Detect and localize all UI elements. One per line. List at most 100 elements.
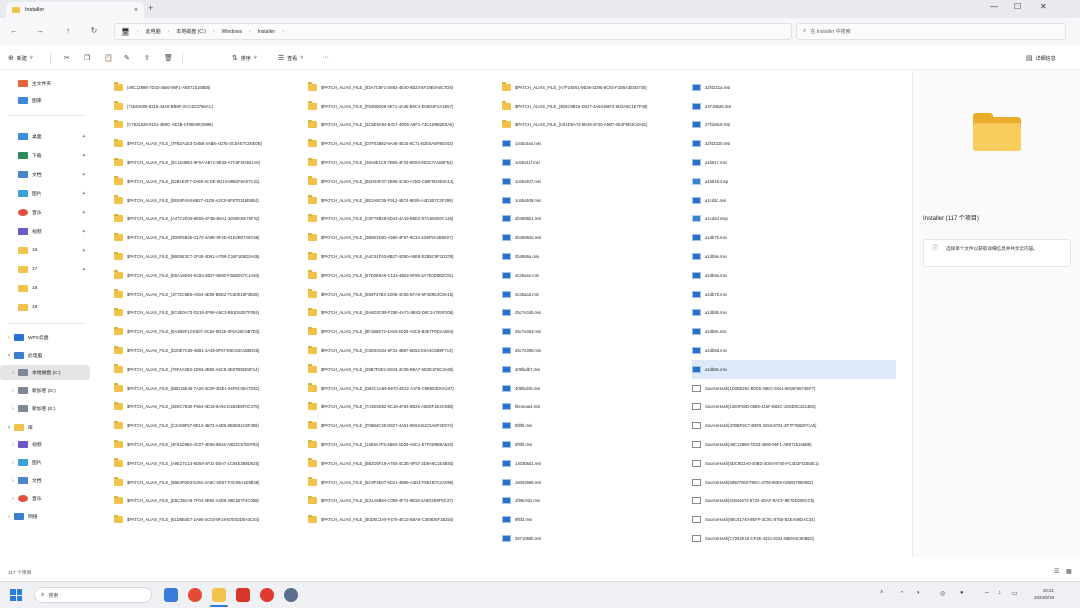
file-row[interactable]: a1db8b.msi [692, 304, 896, 323]
file-row[interactable]: $PATCH_ALIAS_FILE_{6E3A8C05-F912-4B74-8E… [308, 191, 500, 210]
file-row[interactable]: a1db7b.msi [692, 228, 896, 247]
file-row[interactable]: $PATCH_ALIAS_FILE_{8C4E0A73-D216-4F98-A5… [114, 304, 300, 323]
sidebar-item-folder-17[interactable]: 17 ✦ [0, 262, 90, 277]
file-row[interactable]: $PATCH_ALIAS_FILE_{D20E7C59-4B81-4A36-8F… [114, 341, 300, 360]
list-view-icon[interactable]: ☰ [1054, 568, 1059, 575]
tab-installer[interactable]: Installer × [6, 2, 144, 18]
wifi-icon[interactable]: ⌔ [984, 590, 990, 598]
maximize-icon[interactable]: ☐ [1014, 2, 1021, 11]
clock[interactable]: 10:21 2024/9/19 [1034, 587, 1054, 601]
file-row[interactable]: 8f6f2.msi [502, 510, 692, 529]
sidebar-item-lib-pictures[interactable]: › 图片 [0, 455, 90, 470]
file-row[interactable]: $PATCH_ALIAS_FILE_{A4C61F53-8B27-4D90-A6… [308, 247, 500, 266]
file-row[interactable]: {71B03006-8318-43A6-BB8F-0CC4D3768AC} [114, 97, 300, 116]
file-row[interactable]: $PATCH_ALIAS_FILE_{B8D15E46-7A20-4C9F-B3… [114, 379, 300, 398]
file-row[interactable]: $PATCH_ALIAS_FILE_{A9E27C14-6D58-4F31-B0… [114, 454, 300, 473]
tray-icon[interactable]: ◑ [916, 590, 920, 596]
file-row[interactable]: $PATCH_ALIAS_FILE_{6C1D48E2-9F0A-4B71-8E… [114, 153, 300, 172]
file-row[interactable]: $PATCH_ALIAS_FILE_{F82B6D09-4E71-4A35-B9… [308, 97, 500, 116]
file-row[interactable]: $PATCH_ALIAS_FILE_{E6A19D04-5C83-4B27-9E… [114, 266, 300, 285]
sidebar-item-folder-19[interactable]: 19 [0, 300, 90, 315]
file-row[interactable]: $PATCH_ALIAS_FILE_{0E93F4A8-6B27-41D5-A2… [114, 191, 300, 210]
file-row[interactable]: $PATCH_ALIAS_FILE_{E31A6B84-C059-4F72-9B… [308, 492, 500, 511]
file-row[interactable]: $PATCH_ALIAS_FILE_{C3A08F67-9E12-4B73-A4… [114, 416, 300, 435]
file-row[interactable]: SourceHash{C7282E15-CF2E-4321-8151-8BD94… [692, 529, 896, 548]
file-row[interactable]: 32f4221a.msi [692, 78, 896, 97]
file-row[interactable]: $PATCH_ALIAS_FILE_{F06B4C38-D927-4A51-9E… [308, 416, 500, 435]
file-row[interactable]: a1db8a.msi [692, 266, 896, 285]
sidebar-item-local-disk-c[interactable]: › 本地磁盘 (C:) [0, 365, 90, 380]
file-row[interactable]: a1cd2d.msp [692, 210, 896, 229]
file-row[interactable]: $PATCH_ALIAS_FILE_{14E8A7F5-3B60-4D29-A8… [308, 435, 500, 454]
file-row[interactable]: 1c6bc608.msi [502, 191, 692, 210]
volume-icon[interactable]: ♪ [998, 590, 1001, 596]
file-row[interactable]: a1b817.msi [692, 153, 896, 172]
file-row[interactable]: 27f15818.msi [692, 116, 896, 135]
file-row[interactable]: $PATCH_ALIAS_FILE_{80D5C2A9-F476-4E13-B8… [308, 510, 500, 529]
address-bar[interactable]: 🖥 › 此电脑 › 本地磁盘 (C:) › Windows › Installe… [114, 23, 792, 40]
file-row[interactable]: $PATCH_ALIAS_FILE_{1F72C8B6-A934-4E05-B8… [114, 285, 300, 304]
file-row[interactable]: a1db8d.msi [692, 341, 896, 360]
file-row[interactable]: SourceHash{86C61740-9EFF-3C9C-8755-B1EA8… [692, 510, 896, 529]
file-row[interactable]: a1db8e.msi [692, 359, 896, 379]
file-row[interactable]: 32f42320.msi [692, 134, 896, 153]
file-row[interactable]: $PATCH_ALIAS_FILE_{B1D94F37-2E86-4C50-A7… [308, 172, 500, 191]
file-row[interactable]: $PATCH_ALIAS_FILE_{0B84F6D3-E291-4A6C-8D… [114, 473, 300, 492]
chevron-up-icon[interactable]: ˄ [880, 590, 884, 596]
file-row[interactable]: 8f8f5.msi [502, 416, 692, 435]
sidebar-item-network[interactable]: › 网络 [0, 509, 90, 524]
sidebar-item-home[interactable]: 主文件夹 [0, 76, 90, 91]
new-tab-button[interactable]: + [148, 3, 153, 13]
sidebar-item-this-pc[interactable]: ˅ 此电脑 [0, 348, 90, 363]
file-row[interactable]: 1c6bc61f.msi [502, 153, 692, 172]
sidebar-item-lib-documents[interactable]: › 文档 [0, 473, 90, 488]
file-row[interactable]: $PATCH_ALIAS_FILE_{5A3B9F12-E607-4C84-9D… [114, 322, 300, 341]
file-row[interactable]: $PATCH_ALIAS_FILE_{7A3E9D52-0C16-4F84-8B… [308, 398, 500, 417]
tray-icon[interactable]: ◎ [940, 590, 945, 597]
file-row[interactable]: 4c35aa3.msi [502, 285, 692, 304]
breadcrumb-windows[interactable]: Windows [222, 29, 242, 35]
file-row[interactable]: 2671058b.msi [502, 529, 692, 548]
file-row[interactable]: $PATCH_ALIAS_FILE_{D7F03B62-9A48-4E15-8C… [308, 134, 500, 153]
copy-icon[interactable]: ❐ [84, 54, 90, 62]
settings-icon[interactable] [284, 588, 298, 602]
breadcrumb-local-disk[interactable]: 本地磁盘 (C:) [176, 28, 206, 35]
new-button[interactable]: ⊕ 新建 ˅ [8, 54, 33, 62]
file-row[interactable]: a1db75.msi [692, 285, 896, 304]
rename-icon[interactable]: ✎ [124, 54, 130, 62]
sidebar-item-libraries[interactable]: ˅ 库 [0, 420, 90, 435]
file-row[interactable]: $PATCH_ALIAS_FILE_{C5E8A024-6F31-4B97-8D… [308, 341, 500, 360]
sidebar-item-lib-music[interactable]: › 音乐 [0, 491, 90, 506]
file-row[interactable]: SourceHash{37BBF9C7-B9F8-3253-8781-2F7F7… [692, 416, 896, 435]
refresh-icon[interactable]: ↻ [88, 26, 100, 35]
sidebar-item-downloads[interactable]: 下载 ✦ [0, 148, 90, 163]
file-row[interactable]: 25c7e34b.msi [502, 304, 692, 323]
sidebar-item-pictures[interactable]: 图片 ✦ [0, 186, 90, 201]
close-window-icon[interactable]: ✕ [1040, 2, 1047, 11]
file-row[interactable]: $PATCH_ALIAS_FILE_{93A7C5F1-D682-4E40-8B… [308, 78, 500, 97]
file-row[interactable]: 409fadb7.msi [502, 360, 692, 379]
sidebar-item-folder-18[interactable]: 18 [0, 281, 90, 296]
file-row[interactable]: 16062696.msi [502, 473, 692, 492]
file-row[interactable]: $PATCH_ALIAS_FILE_{5C9F3E07-6D21-4B85-A3… [308, 473, 500, 492]
sidebar-item-lib-videos[interactable]: › 视频 [0, 437, 90, 452]
file-row[interactable]: 2b48862a.msi [502, 228, 692, 247]
file-explorer-icon[interactable] [212, 588, 226, 602]
sidebar-item-music[interactable]: 音乐 ✦ [0, 205, 90, 220]
close-tab-icon[interactable]: × [134, 7, 138, 14]
file-row[interactable]: 1c6bc5a4.msi [502, 134, 692, 153]
file-row[interactable]: $PATCH_ALIAS_FILE_{2E9C7B30-F564-4D18-8A… [114, 398, 300, 417]
file-row[interactable]: {C7821626-9101-4B9C-AE2B-CFB849C9898} [114, 116, 300, 135]
app-icon[interactable] [164, 588, 178, 602]
sidebar-item-videos[interactable]: 视频 ✦ [0, 224, 90, 239]
breadcrumb-installer[interactable]: Installer [258, 29, 276, 35]
file-row[interactable]: $PATCH_ALIAS_FILE_{52B1E0F7-3A69-4CDE-9D… [114, 172, 300, 191]
file-row[interactable]: a1b818.msp [692, 172, 896, 191]
share-icon[interactable]: ⇪ [144, 54, 150, 62]
file-row[interactable]: $PATCH_ALIAS_FILE_{4F61D9B2-3C07-4E85-9B… [114, 435, 300, 454]
cut-icon[interactable]: ✂ [64, 54, 70, 62]
file-row[interactable]: SourceHash{5DC9D2A0-40BD-3D84-8746-FC4D2… [692, 454, 896, 473]
file-row[interactable]: $PATCH_ALIAS_FILE_{9B05E3C7-2F48-4D61-A7… [114, 247, 300, 266]
file-row[interactable]: $PATCH_ALIAS_FILE_{A7F24E61-9B38-4D05-8C… [502, 78, 692, 97]
file-row[interactable]: $PATCH_ALIAS_FILE_{B62D0F19-A784-4C3E-8F… [308, 454, 500, 473]
